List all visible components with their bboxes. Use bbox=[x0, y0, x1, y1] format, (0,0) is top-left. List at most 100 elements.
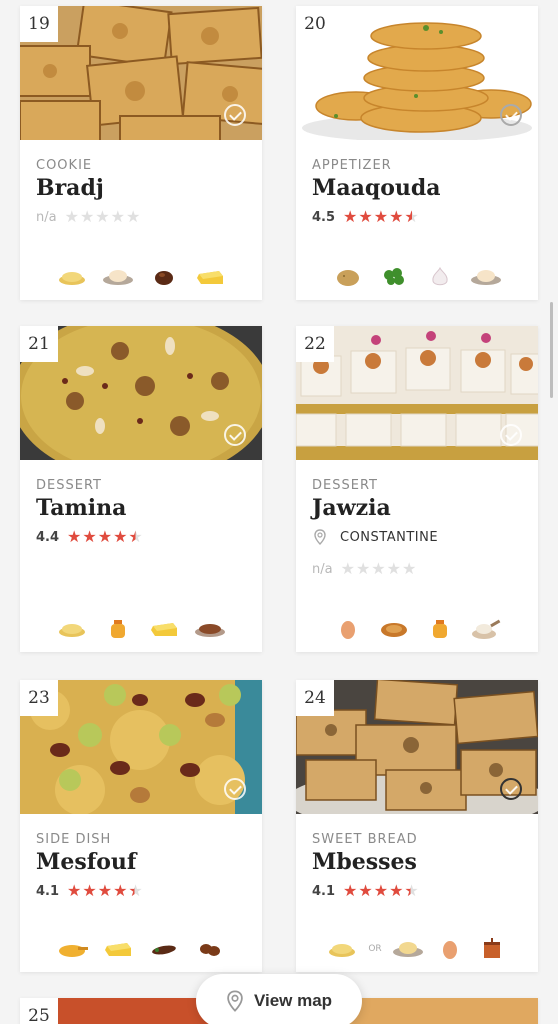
recipe-name[interactable]: Mbesses bbox=[312, 849, 522, 875]
raisin-icon bbox=[148, 938, 180, 960]
cinnamon-icon bbox=[194, 618, 226, 640]
recipe-category: SWEET BREAD bbox=[312, 832, 418, 847]
honey-icon bbox=[102, 618, 134, 640]
recipe-number: 22 bbox=[296, 326, 334, 362]
star-icon: ★ bbox=[82, 529, 97, 546]
rating-value: 4.1 bbox=[36, 883, 60, 899]
potato-icon bbox=[332, 266, 364, 288]
star-icon: ★ bbox=[358, 883, 373, 900]
star-icon: ★ bbox=[110, 209, 125, 226]
check-icon[interactable] bbox=[224, 778, 246, 800]
rating: n/a ★ ★ ★ ★ ★ bbox=[36, 207, 246, 227]
star-icon: ★ bbox=[386, 561, 401, 578]
star-icon: ★ bbox=[67, 883, 82, 900]
view-map-label: View map bbox=[253, 991, 333, 1010]
star-icon: ★ bbox=[79, 209, 95, 226]
recipe-card[interactable]: 22 DESSERT Jawzia CONSTANTINE n/a ★ ★ ★ ★ ★ bbox=[296, 326, 538, 652]
recipe-category: APPETIZER bbox=[312, 158, 392, 173]
star-icon: ★ bbox=[95, 209, 110, 226]
flour-bowl-icon bbox=[392, 938, 424, 960]
star-icon: ★ bbox=[373, 883, 389, 900]
star-icon: ★ bbox=[113, 529, 128, 546]
star-icon: ★ bbox=[371, 561, 386, 578]
recipe-category: COOKIE bbox=[36, 158, 93, 173]
recipe-number: 23 bbox=[20, 680, 58, 716]
star-icon: ★ bbox=[389, 883, 404, 900]
rating: 4.5 ★ ★ ★ ★ ★ bbox=[312, 207, 522, 227]
rating: 4.4 ★ ★ ★ ★ ★ bbox=[36, 527, 246, 547]
ingredient-list bbox=[20, 938, 262, 960]
recipe-name[interactable]: Mesfouf bbox=[36, 849, 246, 875]
rating: 4.1 ★ ★ ★ ★ ★ bbox=[36, 881, 246, 901]
garlic-icon bbox=[424, 266, 456, 288]
rating-value: 4.1 bbox=[312, 883, 336, 899]
star-icon: ★ bbox=[64, 209, 79, 226]
star-icon: ★ bbox=[343, 883, 358, 900]
star-half-icon: ★ bbox=[404, 209, 419, 226]
recipe-name[interactable]: Bradj bbox=[36, 175, 246, 201]
star-icon: ★ bbox=[358, 209, 373, 226]
star-icon: ★ bbox=[343, 209, 358, 226]
star-icon: ★ bbox=[340, 561, 355, 578]
star-icon: ★ bbox=[113, 883, 128, 900]
check-icon[interactable] bbox=[224, 424, 246, 446]
recipe-image[interactable]: 19 bbox=[20, 6, 262, 140]
semolina-icon bbox=[56, 618, 88, 640]
ingredient-list bbox=[20, 618, 262, 640]
star-half-icon: ★ bbox=[404, 883, 419, 900]
rating-value: 4.4 bbox=[36, 529, 60, 545]
recipe-image[interactable]: 23 bbox=[20, 680, 262, 814]
ingredient-list bbox=[296, 266, 538, 288]
semolina-icon bbox=[56, 266, 88, 288]
ingredient-list bbox=[296, 618, 538, 640]
recipe-name[interactable]: Tamina bbox=[36, 495, 246, 521]
recipe-image[interactable]: 21 bbox=[20, 326, 262, 460]
star-icon: ★ bbox=[97, 529, 113, 546]
star-half-icon: ★ bbox=[128, 529, 143, 546]
star-half-icon: ★ bbox=[128, 883, 143, 900]
ingredient-list: OR bbox=[296, 938, 538, 960]
ingredient-list bbox=[20, 266, 262, 288]
rating-value: n/a bbox=[312, 561, 333, 577]
recipe-card[interactable]: 20 APPETIZER Maaqouda 4.5 ★ ★ ★ ★ ★ bbox=[296, 6, 538, 300]
butter-churn-icon bbox=[476, 938, 508, 960]
recipe-image[interactable]: 22 bbox=[296, 326, 538, 460]
recipe-number: 20 bbox=[296, 6, 334, 42]
star-icon: ★ bbox=[401, 561, 417, 578]
recipe-name[interactable]: Jawzia bbox=[312, 495, 522, 521]
location-pin-icon bbox=[314, 529, 326, 545]
walnut-icon bbox=[378, 618, 410, 640]
star-icon: ★ bbox=[82, 883, 97, 900]
recipe-card[interactable]: 24 SWEET BREAD Mbesses 4.1 ★ ★ ★ ★ ★ OR bbox=[296, 680, 538, 972]
view-map-button[interactable]: View map bbox=[196, 974, 362, 1024]
recipe-name[interactable]: Maaqouda bbox=[312, 175, 522, 201]
flour-bowl-icon bbox=[470, 266, 502, 288]
or-label: OR bbox=[368, 944, 382, 954]
star-icon: ★ bbox=[355, 561, 371, 578]
check-icon[interactable] bbox=[224, 104, 246, 126]
scrollbar[interactable] bbox=[550, 302, 553, 398]
parsley-icon bbox=[378, 266, 410, 288]
star-icon: ★ bbox=[389, 209, 404, 226]
check-icon[interactable] bbox=[500, 104, 522, 126]
recipe-image[interactable]: 24 bbox=[296, 680, 538, 814]
flour-bowl-icon bbox=[102, 266, 134, 288]
location-pin-icon bbox=[227, 990, 243, 1012]
recipe-card[interactable]: 19 COOKIE Bradj n/a ★ ★ ★ ★ ★ bbox=[20, 6, 262, 300]
star-icon: ★ bbox=[97, 883, 113, 900]
recipe-number: 24 bbox=[296, 680, 334, 716]
recipe-card[interactable]: 21 DESSERT Tamina 4.4 ★ ★ ★ ★ ★ bbox=[20, 326, 262, 652]
dates-icon bbox=[194, 938, 226, 960]
star-icon: ★ bbox=[67, 529, 82, 546]
recipe-location: CONSTANTINE bbox=[312, 529, 522, 545]
check-icon[interactable] bbox=[500, 778, 522, 800]
recipe-image[interactable]: 20 bbox=[296, 6, 538, 140]
rating: n/a ★ ★ ★ ★ ★ bbox=[312, 559, 522, 579]
oil-icon bbox=[56, 938, 88, 960]
check-icon[interactable] bbox=[500, 424, 522, 446]
recipe-number: 25 bbox=[20, 998, 58, 1024]
recipe-number: 21 bbox=[20, 326, 58, 362]
honey-icon bbox=[424, 618, 456, 640]
recipe-category: SIDE DISH bbox=[36, 832, 112, 847]
recipe-card[interactable]: 23 SIDE DISH Mesfouf 4.1 ★ ★ ★ ★ ★ bbox=[20, 680, 262, 972]
